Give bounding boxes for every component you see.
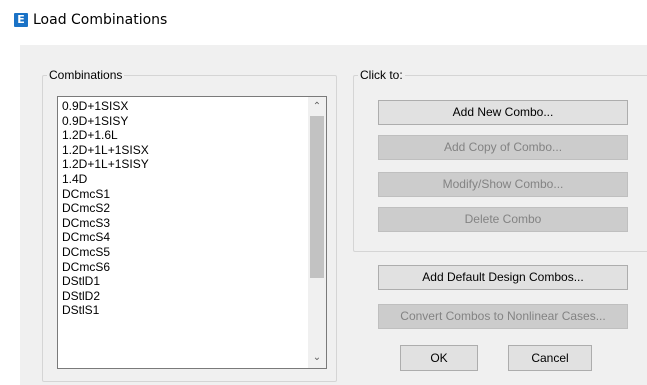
- combination-list-item[interactable]: 1.2D+1L+1SISX: [58, 143, 308, 158]
- scroll-down-icon[interactable]: ⌄: [308, 350, 326, 366]
- scroll-up-icon[interactable]: ⌃: [308, 99, 326, 115]
- combination-list-item[interactable]: DCmcS4: [58, 230, 308, 245]
- combination-list-item[interactable]: 0.9D+1SISY: [58, 114, 308, 129]
- combination-list-item[interactable]: DCmcS3: [58, 216, 308, 231]
- add-default-design-combos-button[interactable]: Add Default Design Combos...: [378, 265, 628, 290]
- combination-list-item[interactable]: 1.2D+1.6L: [58, 128, 308, 143]
- listbox-vertical-scrollbar[interactable]: ⌃ ⌄: [308, 97, 326, 368]
- combinations-group: Combinations 0.9D+1SISX 0.9D+1SISY 1.2D+1.…: [42, 68, 337, 382]
- combination-list-item[interactable]: DStlS1: [58, 303, 308, 318]
- combination-list-item[interactable]: 1.2D+1L+1SISY: [58, 157, 308, 172]
- combination-list-item[interactable]: DCmcS5: [58, 245, 308, 260]
- combination-list-item[interactable]: DStlD2: [58, 289, 308, 304]
- cancel-button[interactable]: Cancel: [508, 345, 592, 371]
- click-to-group-label: Click to:: [358, 68, 405, 82]
- etabs-app-icon: E: [14, 13, 28, 27]
- modify-show-combo-button[interactable]: Modify/Show Combo...: [378, 172, 628, 197]
- window-title: Load Combinations: [33, 12, 168, 28]
- combination-list-item[interactable]: DCmcS2: [58, 201, 308, 216]
- combination-list-item[interactable]: DCmcS1: [58, 187, 308, 202]
- dialog-client-area: Combinations 0.9D+1SISX 0.9D+1SISY 1.2D+1.…: [20, 45, 647, 385]
- delete-combo-button[interactable]: Delete Combo: [378, 207, 628, 232]
- combinations-list-items: 0.9D+1SISX 0.9D+1SISY 1.2D+1.6L 1.2D+1L+1SI…: [58, 99, 308, 318]
- combination-list-item[interactable]: DCmcS6: [58, 260, 308, 275]
- combination-list-item[interactable]: DStlD1: [58, 274, 308, 289]
- combinations-group-label: Combinations: [47, 68, 125, 82]
- scrollbar-thumb[interactable]: [310, 116, 324, 278]
- combinations-listbox[interactable]: 0.9D+1SISX 0.9D+1SISY 1.2D+1.6L 1.2D+1L+1SI…: [57, 96, 327, 369]
- combination-list-item[interactable]: 1.4D: [58, 172, 308, 187]
- convert-combos-to-nonlinear-button[interactable]: Convert Combos to Nonlinear Cases...: [378, 304, 628, 329]
- title-bar[interactable]: E Load Combinations: [0, 0, 647, 40]
- add-copy-of-combo-button[interactable]: Add Copy of Combo...: [378, 135, 628, 160]
- combination-list-item[interactable]: 0.9D+1SISX: [58, 99, 308, 114]
- add-new-combo-button[interactable]: Add New Combo...: [378, 100, 628, 125]
- ok-button[interactable]: OK: [400, 345, 478, 371]
